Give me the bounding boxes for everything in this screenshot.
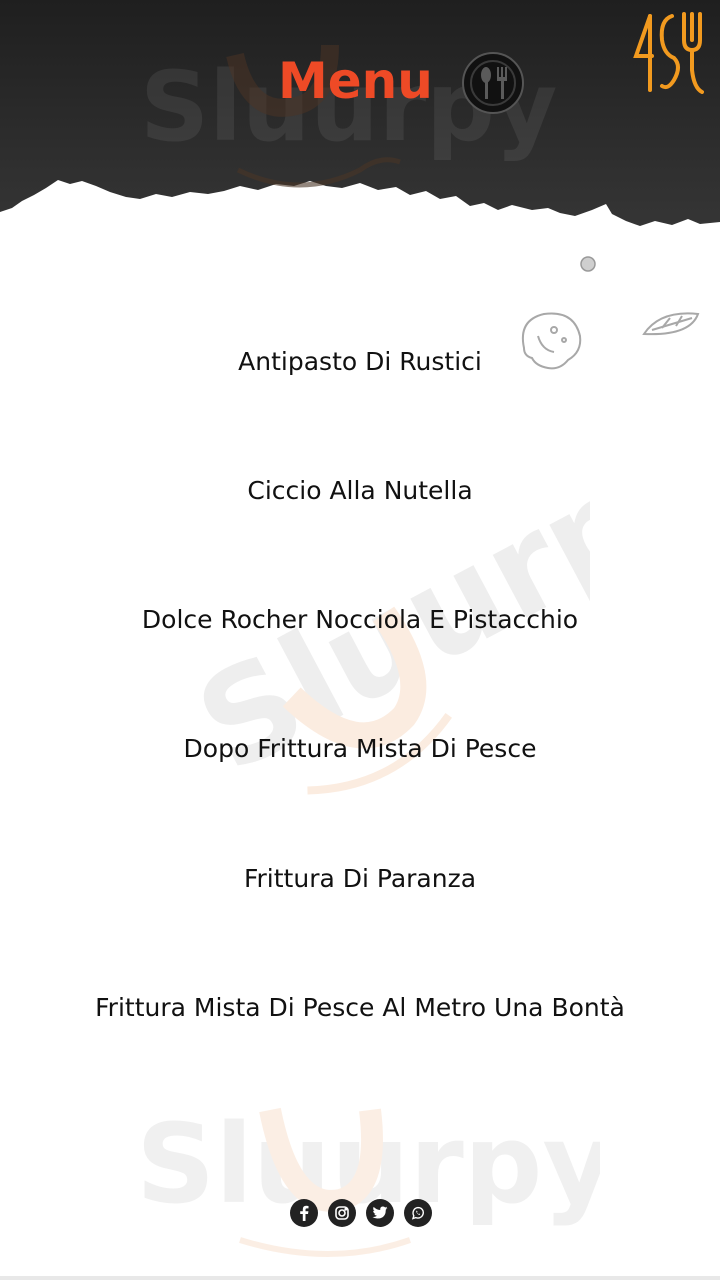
- instagram-icon[interactable]: [328, 1199, 356, 1227]
- menu-item[interactable]: Ciccio Alla Nutella: [0, 476, 720, 505]
- social-links: [290, 1199, 432, 1227]
- menu-item[interactable]: Dolce Rocher Nocciola E Pistacchio: [0, 605, 720, 634]
- menu-item[interactable]: Frittura Mista Di Pesce Al Metro Una Bon…: [0, 993, 720, 1022]
- menu-item[interactable]: Dopo Frittura Mista Di Pesce: [0, 734, 720, 763]
- menu-item[interactable]: Antipasto Di Rustici: [0, 347, 720, 376]
- menu-item[interactable]: Frittura Di Paranza: [0, 864, 720, 893]
- watermark-bottom: Sluurpy: [130, 1090, 614, 1274]
- menu-list: Antipasto Di Rustici Ciccio Alla Nutella…: [0, 0, 720, 1100]
- facebook-icon[interactable]: [290, 1199, 318, 1227]
- whatsapp-icon[interactable]: [404, 1199, 432, 1227]
- twitter-icon[interactable]: [366, 1199, 394, 1227]
- bottom-divider: [0, 1276, 720, 1280]
